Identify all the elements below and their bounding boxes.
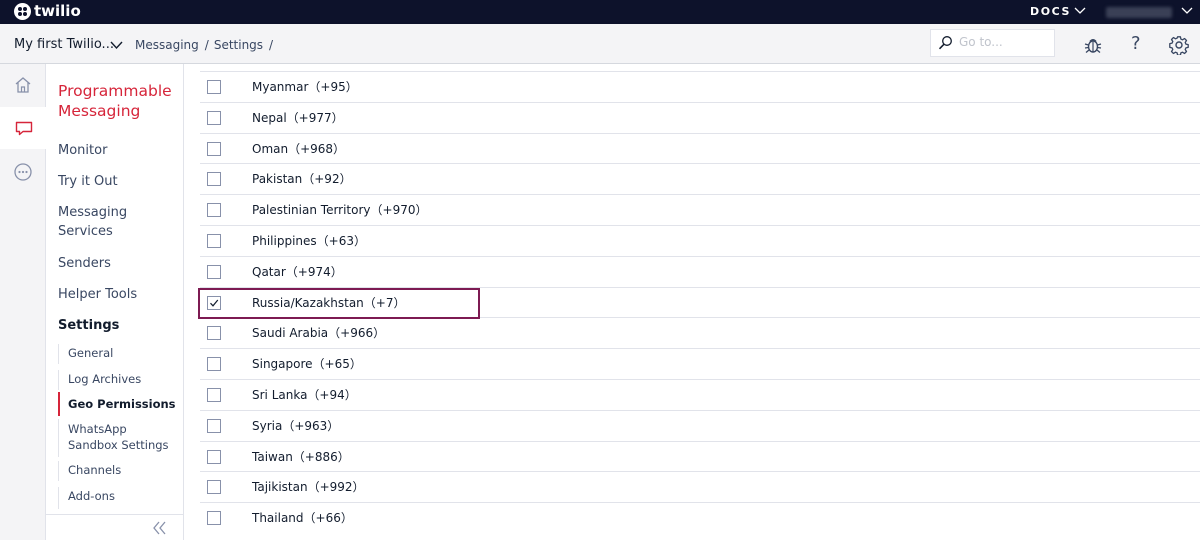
checkbox[interactable] [207, 511, 221, 526]
country-label: Tajikistan（+992） [252, 480, 365, 495]
country-row: Thailand（+66） [200, 502, 1200, 533]
subnav-item-geo-permissions[interactable]: Geo Permissions [58, 392, 184, 416]
country-row: Singapore（+65） [200, 348, 1200, 379]
rail-item-home[interactable] [0, 64, 46, 106]
top-navigation-bar: twilio DOCS [0, 0, 1200, 24]
checkbox[interactable] [207, 357, 221, 372]
more-icon [14, 163, 32, 181]
country-row: Saudi Arabia（+966） [200, 317, 1200, 348]
home-icon [15, 77, 31, 93]
country-row: Palestinian Territory（+970） [200, 194, 1200, 225]
country-row: Myanmar（+95） [200, 71, 1200, 102]
subnav-item-log-archives[interactable]: Log Archives [58, 370, 184, 390]
sidebar-item-messaging-services[interactable]: Messaging Services [58, 203, 168, 241]
sidebar-item-helper-tools[interactable]: Helper Tools [58, 285, 137, 304]
checkbox[interactable] [207, 234, 221, 248]
country-label: Taiwan（+886） [252, 449, 350, 464]
country-label: Syria（+963） [252, 418, 340, 433]
breadcrumb: Messaging / Settings / [135, 37, 278, 53]
twilio-logo-icon [14, 3, 31, 20]
checkbox[interactable] [207, 203, 221, 218]
breadcrumb-messaging[interactable]: Messaging [135, 37, 199, 53]
country-label: Palestinian Territory（+970） [252, 203, 428, 218]
search-input[interactable] [959, 35, 1049, 49]
country-label: Myanmar（+95） [252, 80, 358, 94]
chevron-down-icon[interactable] [110, 40, 123, 50]
chevron-down-icon[interactable] [1074, 5, 1086, 15]
search-box[interactable] [930, 29, 1055, 57]
country-row: Pakistan（+92） [200, 163, 1200, 194]
product-title[interactable]: Programmable Messaging [58, 81, 180, 121]
sidebar-item-senders[interactable]: Senders [58, 254, 111, 273]
account-name[interactable] [1106, 7, 1172, 18]
country-row: Philippines（+63） [200, 225, 1200, 256]
checkbox[interactable] [207, 110, 221, 125]
checkbox[interactable] [207, 449, 221, 464]
product-sidebar: Programmable Messaging Monitor Try it Ou… [46, 64, 184, 540]
country-label: Philippines（+63） [252, 234, 366, 248]
checkbox[interactable] [207, 172, 221, 187]
checkbox[interactable] [207, 418, 221, 433]
gear-icon[interactable] [1169, 35, 1189, 55]
sidebar-item-try-it-out[interactable]: Try it Out [58, 172, 118, 191]
rail-item-messaging[interactable] [0, 107, 47, 149]
country-label: Qatar（+974） [252, 264, 343, 279]
checkbox[interactable] [207, 388, 221, 402]
country-row: Nepal（+977） [200, 101, 1200, 133]
subnav-item-channels[interactable]: Channels [58, 461, 184, 481]
selection-highlight-box [198, 288, 480, 319]
country-row: Tajikistan（+992） [200, 471, 1200, 502]
checkbox[interactable] [207, 141, 221, 156]
double-chevron-left-icon[interactable] [152, 521, 168, 535]
country-label: Oman（+968） [252, 141, 346, 156]
country-label: Saudi Arabia（+966） [252, 326, 386, 341]
country-row: Syria（+963） [200, 409, 1200, 441]
country-label: Thailand（+66） [252, 511, 353, 526]
collapse-sidebar-bar [46, 514, 184, 540]
checkbox[interactable] [207, 264, 221, 279]
checkbox[interactable] [207, 80, 221, 94]
search-icon [938, 36, 952, 50]
country-label: Pakistan（+92） [252, 172, 352, 187]
sidebar-item-monitor[interactable]: Monitor [58, 141, 107, 160]
chevron-down-icon[interactable] [1181, 5, 1193, 15]
checkbox[interactable] [207, 326, 221, 341]
country-row: Qatar（+974） [200, 255, 1200, 287]
country-row: Oman（+968） [200, 132, 1200, 164]
country-label: Nepal（+977） [252, 110, 344, 125]
debugger-bug-icon[interactable] [1083, 35, 1103, 55]
rail-item-more[interactable] [0, 151, 46, 193]
project-bar: My first Twilio... Messaging / Settings … [0, 24, 1200, 64]
country-label: Sri Lanka（+94） [252, 388, 357, 402]
sidebar-item-settings[interactable]: Settings [58, 316, 119, 335]
brand-name: twilio [34, 2, 81, 20]
project-selector[interactable]: My first Twilio... [14, 37, 114, 53]
country-label: Singapore（+65） [252, 357, 362, 372]
docs-menu[interactable]: DOCS [1030, 5, 1071, 19]
country-row: Sri Lanka（+94） [200, 379, 1200, 410]
twilio-logo[interactable]: twilio [14, 3, 81, 20]
help-icon[interactable]: ? [1131, 34, 1141, 54]
subnav-item-whatsapp-sandbox[interactable]: WhatsApp Sandbox Settings [58, 419, 184, 457]
breadcrumb-settings[interactable]: Settings [214, 37, 263, 53]
checkbox[interactable] [207, 480, 221, 495]
breadcrumb-separator: / [204, 38, 209, 52]
chat-icon [15, 121, 32, 136]
breadcrumb-separator: / [269, 38, 274, 52]
product-rail [0, 64, 47, 540]
subnav-item-add-ons[interactable]: Add-ons [58, 487, 184, 509]
country-row: Taiwan（+886） [200, 440, 1200, 472]
subnav-item-general[interactable]: General [58, 344, 184, 364]
